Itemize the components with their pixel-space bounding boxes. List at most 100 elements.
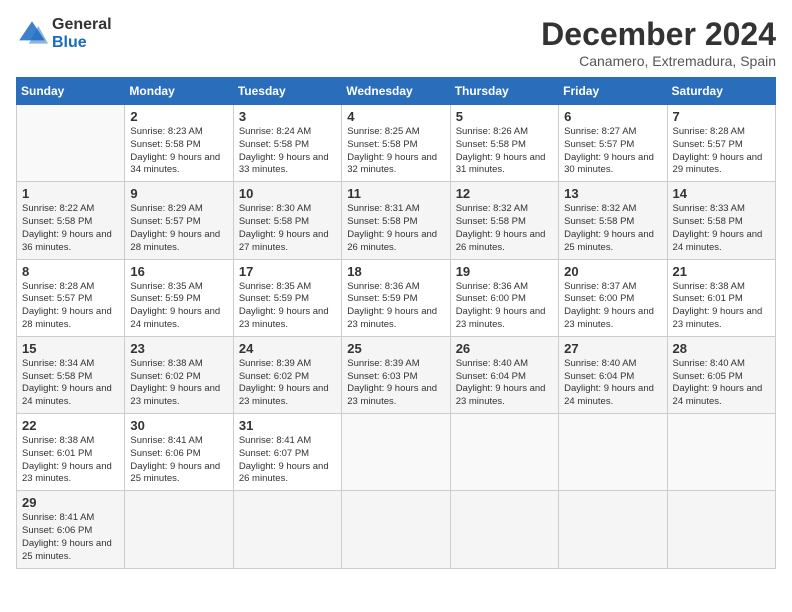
calendar-cell bbox=[450, 491, 558, 568]
day-number: 20 bbox=[564, 264, 661, 279]
day-number: 29 bbox=[22, 495, 119, 510]
calendar-cell bbox=[125, 491, 233, 568]
day-number: 24 bbox=[239, 341, 336, 356]
calendar-cell: 9 Sunrise: 8:29 AMSunset: 5:57 PMDaylight… bbox=[125, 182, 233, 259]
day-number: 15 bbox=[22, 341, 119, 356]
calendar-cell: 13 Sunrise: 8:32 AMSunset: 5:58 PMDayligh… bbox=[559, 182, 667, 259]
day-number: 7 bbox=[673, 109, 770, 124]
col-friday: Friday bbox=[559, 78, 667, 105]
day-info: Sunrise: 8:22 AMSunset: 5:58 PMDaylight:… bbox=[22, 203, 112, 252]
calendar-cell bbox=[17, 105, 125, 182]
day-info: Sunrise: 8:36 AMSunset: 5:59 PMDaylight:… bbox=[347, 281, 437, 330]
calendar-week-row: 29 Sunrise: 8:41 AMSunset: 6:06 PMDayligh… bbox=[17, 491, 776, 568]
calendar-cell: 17 Sunrise: 8:35 AMSunset: 5:59 PMDayligh… bbox=[233, 259, 341, 336]
day-info: Sunrise: 8:41 AMSunset: 6:07 PMDaylight:… bbox=[239, 435, 329, 484]
calendar-week-row: 15 Sunrise: 8:34 AMSunset: 5:58 PMDayligh… bbox=[17, 336, 776, 413]
calendar-cell: 14 Sunrise: 8:33 AMSunset: 5:58 PMDayligh… bbox=[667, 182, 775, 259]
day-info: Sunrise: 8:29 AMSunset: 5:57 PMDaylight:… bbox=[130, 203, 220, 252]
day-number: 17 bbox=[239, 264, 336, 279]
calendar-week-row: 1 Sunrise: 8:22 AMSunset: 5:58 PMDaylight… bbox=[17, 182, 776, 259]
day-info: Sunrise: 8:40 AMSunset: 6:04 PMDaylight:… bbox=[564, 358, 654, 407]
day-number: 18 bbox=[347, 264, 444, 279]
day-info: Sunrise: 8:33 AMSunset: 5:58 PMDaylight:… bbox=[673, 203, 763, 252]
calendar-cell bbox=[559, 414, 667, 491]
day-number: 3 bbox=[239, 109, 336, 124]
logo: General Blue bbox=[16, 16, 112, 51]
day-number: 14 bbox=[673, 186, 770, 201]
day-info: Sunrise: 8:31 AMSunset: 5:58 PMDaylight:… bbox=[347, 203, 437, 252]
calendar-cell: 28Sunrise: 8:40 AMSunset: 6:05 PMDayligh… bbox=[667, 336, 775, 413]
title-area: December 2024 Canamero, Extremadura, Spa… bbox=[541, 16, 776, 69]
day-number: 1 bbox=[22, 186, 119, 201]
calendar-cell bbox=[342, 491, 450, 568]
calendar-cell: 31Sunrise: 8:41 AMSunset: 6:07 PMDayligh… bbox=[233, 414, 341, 491]
day-number: 21 bbox=[673, 264, 770, 279]
calendar-cell: 26Sunrise: 8:40 AMSunset: 6:04 PMDayligh… bbox=[450, 336, 558, 413]
day-number: 2 bbox=[130, 109, 227, 124]
calendar-cell: 20Sunrise: 8:37 AMSunset: 6:00 PMDayligh… bbox=[559, 259, 667, 336]
calendar-cell: 7 Sunrise: 8:28 AMSunset: 5:57 PMDaylight… bbox=[667, 105, 775, 182]
calendar-cell: 1 Sunrise: 8:22 AMSunset: 5:58 PMDaylight… bbox=[17, 182, 125, 259]
day-info: Sunrise: 8:40 AMSunset: 6:04 PMDaylight:… bbox=[456, 358, 546, 407]
calendar-week-row: 8Sunrise: 8:28 AMSunset: 5:57 PMDaylight… bbox=[17, 259, 776, 336]
calendar-cell: 27 Sunrise: 8:40 AMSunset: 6:04 PMDayligh… bbox=[559, 336, 667, 413]
day-number: 11 bbox=[347, 186, 444, 201]
day-number: 30 bbox=[130, 418, 227, 433]
day-info: Sunrise: 8:32 AMSunset: 5:58 PMDaylight:… bbox=[456, 203, 546, 252]
day-info: Sunrise: 8:30 AMSunset: 5:58 PMDaylight:… bbox=[239, 203, 329, 252]
day-info: Sunrise: 8:38 AMSunset: 6:01 PMDaylight:… bbox=[673, 281, 763, 330]
day-info: Sunrise: 8:24 AMSunset: 5:58 PMDaylight:… bbox=[239, 126, 329, 175]
day-number: 6 bbox=[564, 109, 661, 124]
day-number: 16 bbox=[130, 264, 227, 279]
day-number: 9 bbox=[130, 186, 227, 201]
subtitle: Canamero, Extremadura, Spain bbox=[541, 53, 776, 69]
day-number: 23 bbox=[130, 341, 227, 356]
day-number: 28 bbox=[673, 341, 770, 356]
calendar-table: Sunday Monday Tuesday Wednesday Thursday… bbox=[16, 77, 776, 569]
calendar-cell: 24Sunrise: 8:39 AMSunset: 6:02 PMDayligh… bbox=[233, 336, 341, 413]
logo-icon bbox=[16, 18, 48, 50]
day-number: 19 bbox=[456, 264, 553, 279]
day-info: Sunrise: 8:35 AMSunset: 5:59 PMDaylight:… bbox=[239, 281, 329, 330]
day-info: Sunrise: 8:41 AMSunset: 6:06 PMDaylight:… bbox=[130, 435, 220, 484]
day-info: Sunrise: 8:28 AMSunset: 5:57 PMDaylight:… bbox=[673, 126, 763, 175]
calendar-cell: 2Sunrise: 8:23 AMSunset: 5:58 PMDaylight… bbox=[125, 105, 233, 182]
calendar-cell bbox=[450, 414, 558, 491]
header-row: Sunday Monday Tuesday Wednesday Thursday… bbox=[17, 78, 776, 105]
calendar-cell: 12 Sunrise: 8:32 AMSunset: 5:58 PMDayligh… bbox=[450, 182, 558, 259]
day-number: 13 bbox=[564, 186, 661, 201]
day-info: Sunrise: 8:38 AMSunset: 6:02 PMDaylight:… bbox=[130, 358, 220, 407]
calendar-cell: 22Sunrise: 8:38 AMSunset: 6:01 PMDayligh… bbox=[17, 414, 125, 491]
calendar-cell: 10Sunrise: 8:30 AMSunset: 5:58 PMDayligh… bbox=[233, 182, 341, 259]
day-number: 27 bbox=[564, 341, 661, 356]
calendar-cell: 8Sunrise: 8:28 AMSunset: 5:57 PMDaylight… bbox=[17, 259, 125, 336]
day-info: Sunrise: 8:32 AMSunset: 5:58 PMDaylight:… bbox=[564, 203, 654, 252]
day-number: 4 bbox=[347, 109, 444, 124]
calendar-week-row: 2Sunrise: 8:23 AMSunset: 5:58 PMDaylight… bbox=[17, 105, 776, 182]
calendar-week-row: 22Sunrise: 8:38 AMSunset: 6:01 PMDayligh… bbox=[17, 414, 776, 491]
day-info: Sunrise: 8:36 AMSunset: 6:00 PMDaylight:… bbox=[456, 281, 546, 330]
calendar-cell bbox=[559, 491, 667, 568]
col-wednesday: Wednesday bbox=[342, 78, 450, 105]
main-title: December 2024 bbox=[541, 16, 776, 53]
day-info: Sunrise: 8:39 AMSunset: 6:03 PMDaylight:… bbox=[347, 358, 437, 407]
day-number: 8 bbox=[22, 264, 119, 279]
calendar-cell: 25 Sunrise: 8:39 AMSunset: 6:03 PMDayligh… bbox=[342, 336, 450, 413]
calendar-cell: 18 Sunrise: 8:36 AMSunset: 5:59 PMDayligh… bbox=[342, 259, 450, 336]
day-number: 12 bbox=[456, 186, 553, 201]
col-saturday: Saturday bbox=[667, 78, 775, 105]
calendar-cell bbox=[667, 414, 775, 491]
calendar-cell bbox=[233, 491, 341, 568]
calendar-cell: 15 Sunrise: 8:34 AMSunset: 5:58 PMDayligh… bbox=[17, 336, 125, 413]
calendar-cell: 11 Sunrise: 8:31 AMSunset: 5:58 PMDayligh… bbox=[342, 182, 450, 259]
header: General Blue December 2024 Canamero, Ext… bbox=[16, 16, 776, 69]
calendar-cell: 23 Sunrise: 8:38 AMSunset: 6:02 PMDayligh… bbox=[125, 336, 233, 413]
day-info: Sunrise: 8:41 AMSunset: 6:06 PMDaylight:… bbox=[22, 512, 112, 561]
col-tuesday: Tuesday bbox=[233, 78, 341, 105]
day-number: 25 bbox=[347, 341, 444, 356]
calendar-cell: 19 Sunrise: 8:36 AMSunset: 6:00 PMDayligh… bbox=[450, 259, 558, 336]
col-monday: Monday bbox=[125, 78, 233, 105]
day-info: Sunrise: 8:26 AMSunset: 5:58 PMDaylight:… bbox=[456, 126, 546, 175]
day-info: Sunrise: 8:34 AMSunset: 5:58 PMDaylight:… bbox=[22, 358, 112, 407]
day-number: 5 bbox=[456, 109, 553, 124]
